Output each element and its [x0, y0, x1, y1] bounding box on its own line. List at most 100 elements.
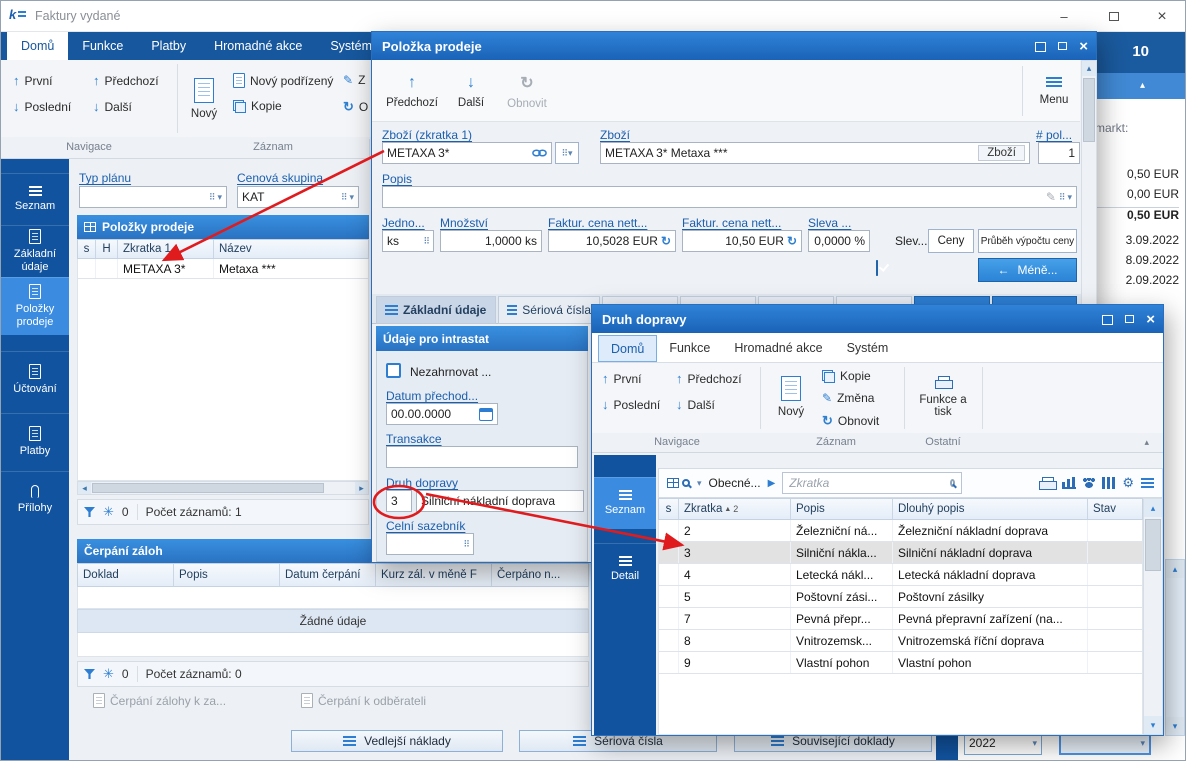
sidebar-item-detail[interactable]: Detail	[594, 543, 656, 595]
last-button[interactable]: ↓ Poslední	[602, 397, 660, 412]
tab-hromadne-akce[interactable]: Hromadné akce	[200, 32, 316, 60]
new-button[interactable]: Nový	[181, 66, 227, 132]
table-row[interactable]: 8 Vnitrozemsk... Vnitrozemská říční dopr…	[658, 630, 1143, 652]
tab-funkce[interactable]: Funkce	[657, 333, 722, 362]
change-button[interactable]: ✎ Změna	[822, 391, 874, 405]
tab-hromadne-akce[interactable]: Hromadné akce	[722, 333, 834, 362]
column-header-popis[interactable]: Popis	[791, 499, 893, 519]
minimize-button[interactable]: –	[1041, 1, 1087, 32]
discount-label[interactable]: Sleva ...	[808, 216, 851, 230]
last-button[interactable]: ↓ Poslední	[13, 99, 71, 114]
transport-code-input[interactable]: 3	[386, 490, 412, 512]
auto-refresh-icon[interactable]: ✳	[103, 504, 114, 520]
view-name[interactable]: Obecné...	[709, 476, 761, 490]
table-row[interactable]: 5 Poštovní zási... Poštovní zásilky	[658, 586, 1143, 608]
price-net2-label[interactable]: Faktur. cena nett...	[682, 216, 781, 230]
scrollbar-thumb[interactable]	[92, 483, 324, 493]
close-button[interactable]: ×	[1139, 1, 1185, 32]
refresh-button[interactable]: ↻ O	[343, 99, 368, 115]
column-header-datum-cerpani[interactable]: Datum čerpání	[280, 564, 376, 586]
auto-refresh-icon[interactable]: ✳	[103, 666, 114, 682]
transport-grid-vscrollbar[interactable]: ▴ ▾	[1143, 498, 1163, 735]
tab-system[interactable]: Systém	[835, 333, 901, 362]
column-header-nazev[interactable]: Název	[214, 240, 368, 258]
tab-platby[interactable]: Platby	[137, 32, 200, 60]
first-button[interactable]: ↑ První	[602, 371, 642, 386]
column-header-zkratka[interactable]: Zkratka ▲ 2	[679, 499, 791, 519]
column-header-dlouhy-popis[interactable]: Dlouhý popis	[893, 499, 1088, 519]
sidebar-item-seznam[interactable]: Seznam	[1, 173, 69, 225]
discount-checkbox[interactable]	[876, 260, 878, 276]
first-button[interactable]: ↑ První	[13, 73, 53, 88]
new-button[interactable]: Nový	[768, 365, 814, 429]
chevron-up-icon[interactable]: ▴	[1144, 499, 1162, 517]
transition-date-input[interactable]: 00.00.0000	[386, 403, 498, 425]
plan-type-combo[interactable]: ⠿ ▾	[79, 186, 227, 208]
next-button[interactable]: ↓ Další	[93, 99, 132, 114]
transaction-label[interactable]: Transakce	[386, 432, 442, 446]
columns-icon[interactable]	[1102, 477, 1116, 489]
price-net-input[interactable]: 10,5028 EUR ↻	[548, 230, 676, 252]
new-child-button[interactable]: Nový podřízený	[233, 73, 333, 88]
goods-select-button[interactable]: ⠿ ▾	[555, 142, 579, 164]
sale-item-dialog-titlebar[interactable]: Položka prodeje	[372, 32, 1096, 60]
less-button[interactable]: ← Méně...	[978, 258, 1077, 282]
items-grid-row[interactable]: METAXA 3* Metaxa ***	[77, 259, 369, 279]
chevron-right-icon[interactable]: ▸	[355, 482, 368, 494]
tab-seriova-cisla[interactable]: Sériová čísla	[498, 296, 600, 324]
tab-funkce[interactable]: Funkce	[68, 32, 137, 60]
goods-label[interactable]: Zboží	[600, 128, 630, 142]
functions-print-button[interactable]: Funkce a tisk	[912, 365, 974, 429]
advance-link-1[interactable]: Čerpání zálohy k za...	[93, 693, 226, 708]
exclude-checkbox[interactable]	[386, 363, 401, 378]
menu-button[interactable]: Menu	[1030, 64, 1078, 118]
sidebar-item-seznam[interactable]: Seznam	[594, 477, 656, 529]
menu-icon[interactable]	[1141, 478, 1154, 488]
column-header-stav[interactable]: Stav	[1088, 499, 1142, 519]
close-icon[interactable]: ×	[1146, 311, 1155, 328]
transport-grid-header[interactable]: s Zkratka ▲ 2 Popis Dlouhý popis Stav	[658, 498, 1143, 520]
filter-icon[interactable]	[84, 507, 95, 517]
sidebar-item-polozky-prodeje[interactable]: Položky prodeje	[1, 277, 69, 335]
column-header-s[interactable]: s	[78, 240, 96, 258]
collapse-ribbon-icon[interactable]: ▴	[1144, 437, 1149, 448]
items-grid-header[interactable]: s H Zkratka 1 Název	[77, 239, 369, 259]
pencil-icon[interactable]: ✎	[1046, 190, 1056, 204]
search-input[interactable]	[789, 476, 947, 490]
transport-type-label[interactable]: Druh dopravy	[386, 476, 458, 490]
plan-type-label[interactable]: Typ plánu	[79, 171, 131, 185]
position-input[interactable]: 1	[1038, 142, 1080, 164]
transition-date-label[interactable]: Datum přechod...	[386, 389, 478, 403]
chevron-down-icon[interactable]: ▾	[1144, 716, 1162, 734]
table-row[interactable]: 4 Letecká nákl... Letecká nákladní dopra…	[658, 564, 1143, 586]
transaction-input[interactable]	[386, 446, 578, 468]
recalc-icon[interactable]: ↻	[787, 234, 797, 248]
copy-button[interactable]: Kopie	[233, 99, 282, 113]
position-label[interactable]: # pol...	[1036, 128, 1072, 142]
gear-icon[interactable]: ⚙	[1122, 475, 1134, 491]
price-calc-button[interactable]: Průběh výpočtu ceny	[978, 229, 1077, 253]
sidebar-item-platby[interactable]: Platby	[1, 413, 69, 469]
maximize-button[interactable]	[1091, 1, 1137, 32]
close-icon[interactable]: ×	[1079, 38, 1088, 55]
transport-dialog-titlebar[interactable]: Druh dopravy	[592, 305, 1163, 333]
prices-button[interactable]: Ceny	[928, 229, 974, 253]
price-net-label[interactable]: Faktur. cena nett...	[548, 216, 647, 230]
unit-combo[interactable]: ks ⠿	[382, 230, 434, 252]
column-header-h[interactable]: H	[96, 240, 118, 258]
recalc-icon[interactable]: ↻	[661, 234, 671, 248]
description-label[interactable]: Popis	[382, 172, 412, 186]
sidebar-item-uctovani[interactable]: Účtování	[1, 351, 69, 407]
search-box[interactable]	[782, 472, 963, 494]
sidebar-item-zakladni-udaje[interactable]: Základní údaje	[1, 225, 69, 277]
price-net2-input[interactable]: 10,50 EUR ↻	[682, 230, 802, 252]
sidebar-item-prilohy[interactable]: Přílohy	[1, 471, 69, 527]
table-row[interactable]: 9 Vlastní pohon Vlastní pohon	[658, 652, 1143, 674]
goods-inner-button[interactable]: Zboží	[978, 145, 1025, 161]
chevron-down-icon[interactable]: ▾	[697, 478, 702, 489]
price-group-combo[interactable]: KAT ⠿ ▾	[237, 186, 359, 208]
apply-view-icon[interactable]: ▶	[768, 478, 776, 489]
scrollbar-thumb[interactable]	[1145, 519, 1161, 571]
column-header-zkratka1[interactable]: Zkratka 1	[118, 240, 214, 258]
right-panel-scrollbar[interactable]: ▴ ▾	[1165, 559, 1185, 736]
